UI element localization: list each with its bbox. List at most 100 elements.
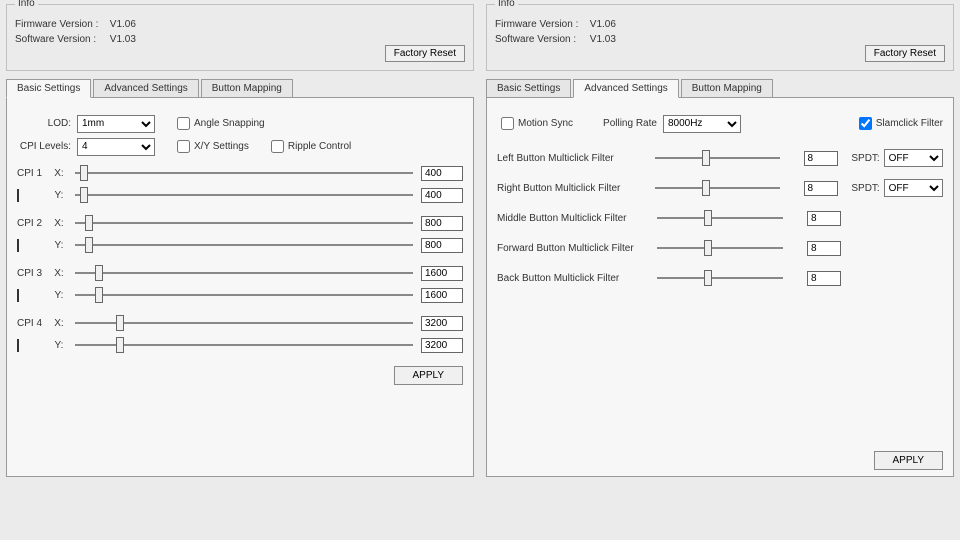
software-value: V1.03: [110, 34, 136, 45]
motion-sync-checkbox[interactable]: [501, 117, 514, 130]
cpi-levels-select[interactable]: 4: [77, 138, 155, 156]
info-group-left: Info Firmware Version : V1.06 Software V…: [6, 4, 474, 71]
axis-y-label: Y:: [51, 240, 67, 251]
cpi3-color-swatch: [17, 289, 19, 302]
cpi4-y-slider[interactable]: [75, 336, 413, 354]
filter-4-slider[interactable]: [657, 269, 783, 287]
spdt-label: SPDT:: [851, 183, 879, 194]
tab-advanced-settings[interactable]: Advanced Settings: [93, 79, 198, 98]
firmware-value: V1.06: [590, 19, 616, 30]
cpi4-color-swatch: [17, 339, 19, 352]
cpi3-x-value[interactable]: [421, 266, 463, 281]
cpi4-y-value[interactable]: [421, 338, 463, 353]
tab-basic-settings[interactable]: Basic Settings: [6, 79, 91, 98]
cpi2-y-slider[interactable]: [75, 236, 413, 254]
advanced-settings-panel: Motion Sync Polling Rate 8000Hz Slamclic…: [486, 97, 954, 477]
filter-label: Back Button Multiclick Filter: [497, 273, 647, 284]
firmware-label: Firmware Version :: [495, 19, 587, 30]
software-row: Software Version : V1.03: [495, 34, 945, 45]
filter-label: Middle Button Multiclick Filter: [497, 213, 647, 224]
axis-y-label: Y:: [51, 190, 67, 201]
filter-row-0: Left Button Multiclick Filter SPDT: OFF: [497, 147, 943, 169]
cpi2-y-value[interactable]: [421, 238, 463, 253]
lod-select[interactable]: 1mm: [77, 115, 155, 133]
polling-rate-select[interactable]: 8000Hz: [663, 115, 741, 133]
cpi4-x-value[interactable]: [421, 316, 463, 331]
cpi2-x-value[interactable]: [421, 216, 463, 231]
cpi-block-1: CPI 1X: Y:: [17, 162, 463, 206]
tab-button-mapping[interactable]: Button Mapping: [681, 79, 773, 98]
filter-2-value[interactable]: [807, 211, 841, 226]
slamclick-filter-checkbox[interactable]: [859, 117, 872, 130]
axis-x-label: X:: [51, 318, 67, 329]
cpi2-color-swatch: [17, 239, 19, 252]
tab-advanced-settings[interactable]: Advanced Settings: [573, 79, 678, 98]
filter-1-value[interactable]: [804, 181, 838, 196]
software-value: V1.03: [590, 34, 616, 45]
factory-reset-button[interactable]: Factory Reset: [385, 45, 465, 62]
filter-4-value[interactable]: [807, 271, 841, 286]
apply-button-advanced[interactable]: APPLY: [874, 451, 944, 470]
ripple-control-label: Ripple Control: [288, 141, 351, 152]
software-label: Software Version :: [495, 34, 587, 45]
spdt-0-select[interactable]: OFF: [884, 149, 943, 167]
cpi-block-2: CPI 2X: Y:: [17, 212, 463, 256]
filter-3-value[interactable]: [807, 241, 841, 256]
filter-row-1: Right Button Multiclick Filter SPDT: OFF: [497, 177, 943, 199]
filter-label: Left Button Multiclick Filter: [497, 153, 645, 164]
cpi1-x-value[interactable]: [421, 166, 463, 181]
polling-rate-label: Polling Rate: [603, 118, 657, 129]
angle-snapping-label: Angle Snapping: [194, 118, 265, 129]
xy-settings-checkbox[interactable]: [177, 140, 190, 153]
basic-settings-panel: LOD: 1mm Angle Snapping CPI Levels: 4 X/…: [6, 97, 474, 477]
info-title: Info: [15, 0, 38, 9]
cpi1-color-swatch: [17, 189, 19, 202]
apply-button-basic[interactable]: APPLY: [394, 366, 464, 385]
axis-x-label: X:: [51, 268, 67, 279]
cpi1-y-value[interactable]: [421, 188, 463, 203]
angle-snapping-checkbox[interactable]: [177, 117, 190, 130]
slamclick-filter-label: Slamclick Filter: [876, 118, 943, 129]
tab-basic-settings[interactable]: Basic Settings: [486, 79, 571, 98]
lod-label: LOD:: [17, 118, 77, 129]
spdt-1-select[interactable]: OFF: [884, 179, 943, 197]
axis-x-label: X:: [51, 168, 67, 179]
cpi-name: CPI 1: [17, 168, 51, 179]
filter-row-2: Middle Button Multiclick Filter: [497, 207, 943, 229]
cpi4-x-slider[interactable]: [75, 314, 413, 332]
cpi-name: CPI 2: [17, 218, 51, 229]
tabstrip-right: Basic Settings Advanced Settings Button …: [486, 79, 954, 98]
firmware-value: V1.06: [110, 19, 136, 30]
cpi2-x-slider[interactable]: [75, 214, 413, 232]
filter-1-slider[interactable]: [655, 179, 779, 197]
filter-3-slider[interactable]: [657, 239, 783, 257]
tabstrip-left: Basic Settings Advanced Settings Button …: [6, 79, 474, 98]
cpi-name: CPI 4: [17, 318, 51, 329]
filter-2-slider[interactable]: [657, 209, 783, 227]
firmware-row: Firmware Version : V1.06: [495, 19, 945, 30]
spdt-label: SPDT:: [851, 153, 879, 164]
axis-x-label: X:: [51, 218, 67, 229]
cpi3-y-slider[interactable]: [75, 286, 413, 304]
firmware-label: Firmware Version :: [15, 19, 107, 30]
axis-y-label: Y:: [51, 290, 67, 301]
motion-sync-label: Motion Sync: [518, 118, 573, 129]
filter-label: Forward Button Multiclick Filter: [497, 243, 647, 254]
factory-reset-button[interactable]: Factory Reset: [865, 45, 945, 62]
cpi3-x-slider[interactable]: [75, 264, 413, 282]
software-row: Software Version : V1.03: [15, 34, 465, 45]
filter-0-value[interactable]: [804, 151, 838, 166]
filter-label: Right Button Multiclick Filter: [497, 183, 645, 194]
cpi-name: CPI 3: [17, 268, 51, 279]
firmware-row: Firmware Version : V1.06: [15, 19, 465, 30]
cpi1-y-slider[interactable]: [75, 186, 413, 204]
ripple-control-checkbox[interactable]: [271, 140, 284, 153]
axis-y-label: Y:: [51, 340, 67, 351]
tab-button-mapping[interactable]: Button Mapping: [201, 79, 293, 98]
filter-row-4: Back Button Multiclick Filter: [497, 267, 943, 289]
filter-0-slider[interactable]: [655, 149, 779, 167]
info-title: Info: [495, 0, 518, 9]
cpi3-y-value[interactable]: [421, 288, 463, 303]
cpi-block-3: CPI 3X: Y:: [17, 262, 463, 306]
cpi1-x-slider[interactable]: [75, 164, 413, 182]
